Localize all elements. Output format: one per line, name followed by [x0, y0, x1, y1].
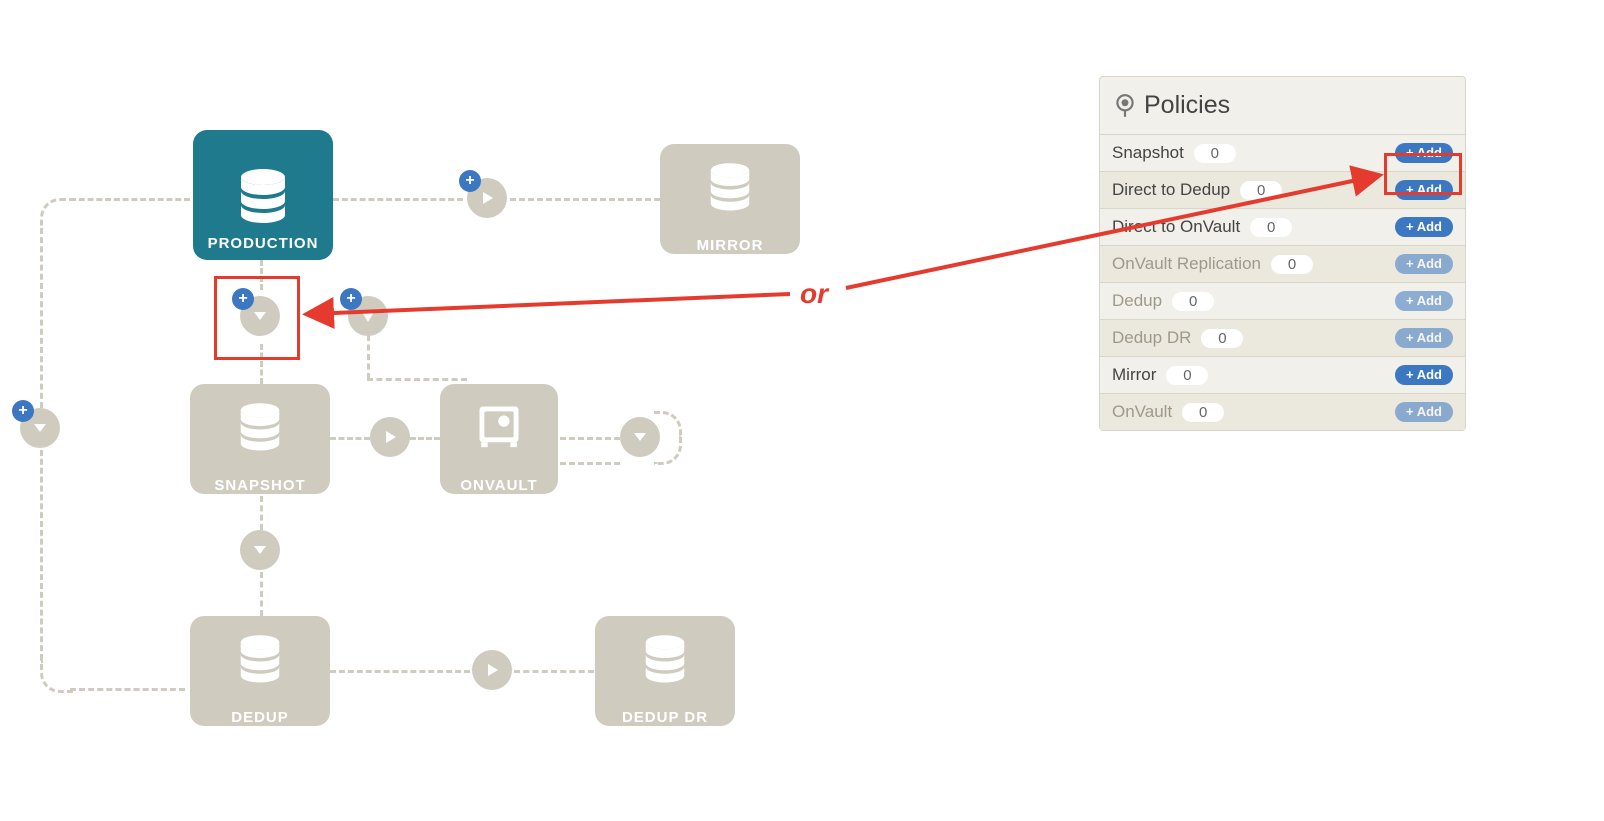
policy-label: Mirror	[1112, 365, 1156, 385]
plus-icon: +	[340, 288, 362, 310]
chevron-down-icon	[252, 542, 268, 558]
policy-count: 0	[1182, 403, 1224, 422]
policy-row: Dedup 0 + Add	[1100, 282, 1465, 319]
policy-label: Snapshot	[1112, 143, 1184, 163]
node-dedup-label: DEDUP	[231, 709, 289, 726]
policy-row: Dedup DR 0 + Add	[1100, 319, 1465, 356]
node-mirror[interactable]: MIRROR	[660, 144, 800, 254]
connector	[70, 688, 185, 691]
connector	[70, 198, 190, 201]
policy-label: Dedup DR	[1112, 328, 1191, 348]
flow-production-to-dedup-direct[interactable]: +	[20, 408, 60, 448]
connector	[560, 462, 620, 465]
connector	[40, 198, 73, 231]
connector	[410, 437, 440, 440]
connector	[367, 378, 467, 381]
flow-snapshot-to-onvault[interactable]	[370, 417, 410, 457]
node-mirror-label: MIRROR	[697, 237, 764, 254]
flow-dedup-to-dedupdr[interactable]	[472, 650, 512, 690]
policies-title: Policies	[1144, 91, 1230, 120]
chevron-down-icon	[632, 429, 648, 445]
node-dedup[interactable]: DEDUP	[190, 616, 330, 726]
policy-label: Direct to OnVault	[1112, 217, 1240, 237]
policy-count: 0	[1166, 366, 1208, 385]
database-icon	[637, 630, 693, 686]
connector	[333, 198, 463, 201]
node-production[interactable]: PRODUCTION	[193, 130, 333, 260]
connector	[260, 496, 263, 530]
policy-count: 0	[1194, 144, 1236, 163]
policy-label: Direct to Dedup	[1112, 180, 1230, 200]
annotation-box-left	[214, 276, 300, 360]
policy-row: Mirror 0 + Add	[1100, 356, 1465, 393]
play-icon	[360, 308, 376, 324]
policies-header: Policies	[1100, 77, 1465, 134]
policy-count: 0	[1240, 181, 1282, 200]
policy-add-button: + Add	[1395, 328, 1453, 348]
node-snapshot[interactable]: SNAPSHOT	[190, 384, 330, 494]
vault-icon	[473, 400, 525, 452]
database-icon	[702, 158, 758, 214]
connector	[40, 228, 43, 408]
policy-add-button[interactable]: + Add	[1395, 217, 1453, 237]
policy-count: 0	[1201, 329, 1243, 348]
node-onvault[interactable]: ONVAULT	[440, 384, 558, 494]
policy-count: 0	[1172, 292, 1214, 311]
flow-onvault-replication[interactable]	[620, 417, 660, 457]
connector	[510, 198, 660, 201]
flow-production-to-mirror[interactable]: +	[467, 178, 507, 218]
node-production-label: PRODUCTION	[208, 235, 319, 252]
policy-add-button: + Add	[1395, 254, 1453, 274]
database-icon	[231, 163, 295, 227]
flow-production-to-onvault[interactable]: +	[348, 296, 388, 336]
flow-snapshot-to-dedup[interactable]	[240, 530, 280, 570]
connector	[40, 450, 43, 660]
annotation-box-right	[1384, 153, 1462, 195]
database-icon	[232, 398, 288, 454]
play-icon	[382, 429, 398, 445]
plus-icon: +	[459, 170, 481, 192]
annotation-or-label: or	[800, 278, 828, 310]
connector	[514, 670, 594, 673]
connector	[367, 335, 370, 379]
connector	[40, 660, 73, 693]
connector	[560, 437, 620, 440]
connector	[330, 670, 470, 673]
play-icon	[484, 662, 500, 678]
chevron-down-icon	[32, 420, 48, 436]
policy-row: Direct to OnVault 0 + Add	[1100, 208, 1465, 245]
plus-icon: +	[12, 400, 34, 422]
policy-count: 0	[1250, 218, 1292, 237]
node-dedup-dr[interactable]: DEDUP DR	[595, 616, 735, 726]
node-snapshot-label: SNAPSHOT	[214, 477, 305, 494]
policy-label: OnVault Replication	[1112, 254, 1261, 274]
policy-add-button[interactable]: + Add	[1395, 365, 1453, 385]
database-icon	[232, 630, 288, 686]
policy-add-button: + Add	[1395, 402, 1453, 422]
policy-row: OnVault 0 + Add	[1100, 393, 1465, 430]
node-dedup-dr-label: DEDUP DR	[622, 709, 708, 726]
policy-add-button: + Add	[1395, 291, 1453, 311]
play-icon	[479, 190, 495, 206]
policy-row: OnVault Replication 0 + Add	[1100, 245, 1465, 282]
policy-label: Dedup	[1112, 291, 1162, 311]
pin-icon	[1112, 93, 1138, 119]
policy-count: 0	[1271, 255, 1313, 274]
node-onvault-label: ONVAULT	[460, 477, 537, 494]
policy-label: OnVault	[1112, 402, 1172, 422]
policies-panel: Policies Snapshot 0 + Add Direct to Dedup 0 +…	[1099, 76, 1466, 431]
connector	[260, 572, 263, 616]
connector	[330, 437, 370, 440]
